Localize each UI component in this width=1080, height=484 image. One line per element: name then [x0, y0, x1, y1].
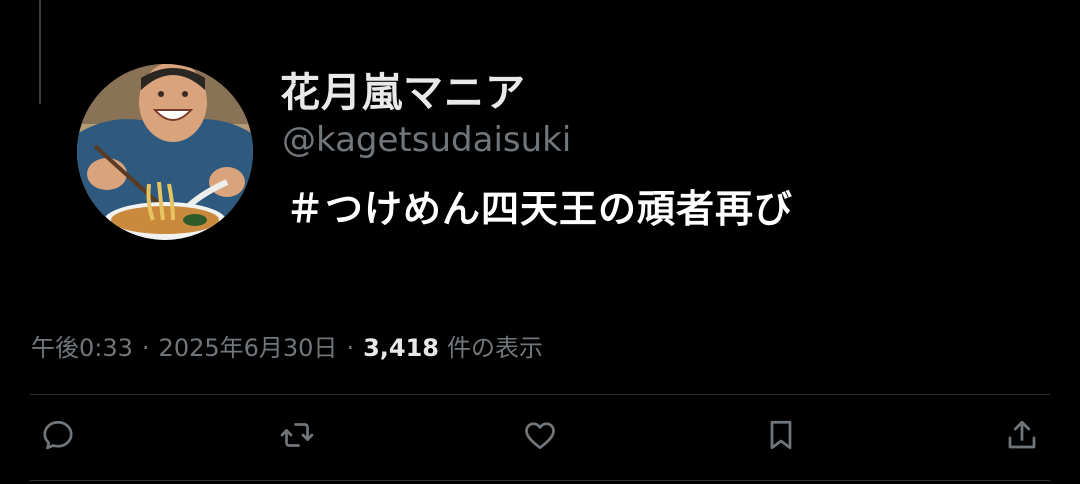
divider — [30, 480, 1050, 481]
reply-icon — [43, 420, 73, 450]
views-label: 件の表示 — [447, 334, 543, 362]
share-button[interactable] — [1000, 413, 1044, 457]
retweet-button[interactable] — [275, 413, 319, 457]
share-icon — [1008, 420, 1036, 449]
meta-separator: · — [346, 334, 355, 362]
bookmark-button[interactable] — [759, 413, 803, 457]
tweet-date[interactable]: 2025年6月30日 — [159, 328, 338, 363]
tweet-time[interactable]: 午後0:33 — [31, 328, 133, 363]
thread-connector-line — [39, 0, 41, 104]
divider — [30, 394, 1050, 395]
meta-separator: · — [141, 334, 150, 362]
author-handle[interactable]: @kagetsudaisuki — [282, 120, 571, 160]
avatar[interactable] — [77, 64, 253, 240]
heart-icon — [525, 422, 555, 450]
avatar-image — [77, 64, 253, 240]
views-count: 3,418 — [363, 334, 439, 362]
reply-button[interactable] — [36, 413, 80, 457]
bookmark-icon — [770, 420, 792, 450]
tweet-metadata: 午後0:33 · 2025年6月30日 · 3,418 件の表示 — [31, 328, 543, 363]
tweet-text: ＃つけめん四天王の頑者再び — [286, 187, 794, 231]
like-button[interactable] — [518, 413, 562, 457]
retweet-icon — [280, 423, 314, 447]
author-display-name[interactable]: 花月嵐マニア — [280, 60, 526, 118]
